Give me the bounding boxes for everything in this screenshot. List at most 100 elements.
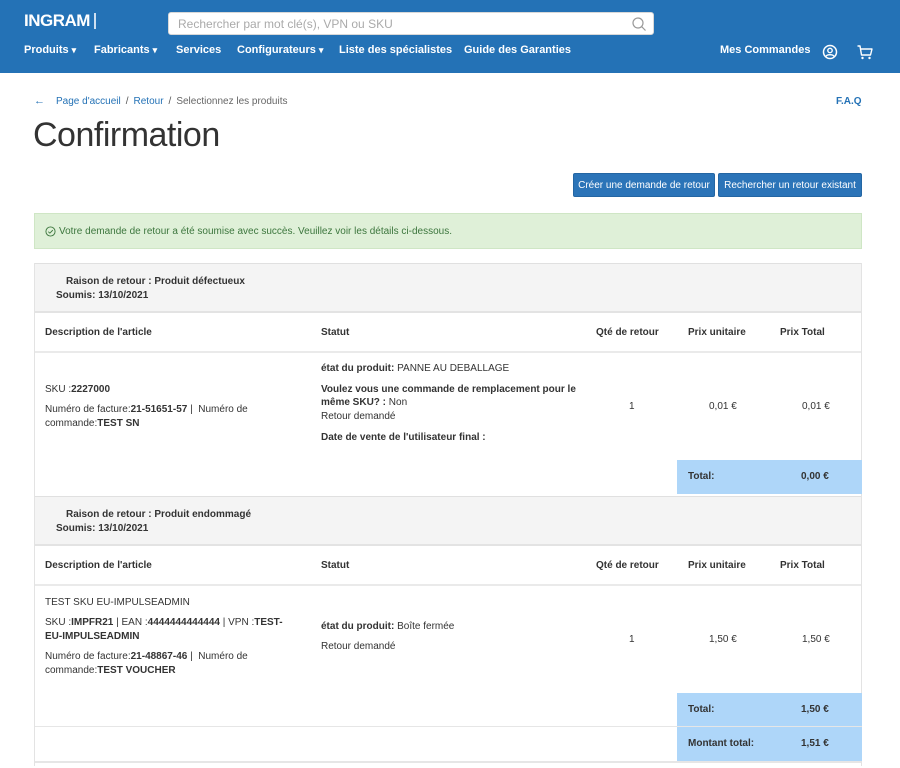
nav-label: Produits — [24, 44, 69, 56]
return-status: Retour demandé — [321, 641, 396, 652]
table-header: Description de l'article Statut Qté de r… — [35, 546, 861, 586]
main-nav: Produits ▾ Fabricants ▾ Services Configura… — [0, 44, 900, 62]
nav-label: Liste des spécialistes — [339, 44, 453, 56]
return-reason-header: Raison de retour : Produit endommagé Sou… — [35, 496, 861, 546]
order-value: TEST SN — [97, 418, 140, 429]
unit-price: 1,50 € — [709, 634, 737, 645]
chevron-down-icon: ▾ — [71, 45, 77, 55]
search-box — [168, 12, 654, 35]
nav-label: Services — [176, 44, 222, 56]
product-status: état du produit: PANNE AU DEBALLAGE — [321, 362, 509, 376]
return-status: Retour demandé — [321, 411, 396, 422]
item-sku-ean-vpn: SKU :IMPFR21 | EAN :4444444444444 | VPN … — [45, 616, 295, 644]
col-description: Description de l'article — [45, 560, 152, 571]
return-qty: 1 — [629, 401, 635, 412]
return-reason: Raison de retour : Produit défectueux — [66, 276, 245, 287]
grand-total-value: 1,51 € — [801, 738, 829, 749]
alert-message: Votre demande de retour a été soumise av… — [59, 225, 452, 237]
col-total-price: Prix Total — [780, 560, 825, 571]
status-value: Boîte fermée — [394, 621, 455, 632]
search-icon[interactable] — [631, 16, 647, 32]
sku-value: IMPFR21 — [71, 617, 114, 628]
return-reason: Raison de retour : Produit endommagé — [66, 509, 252, 520]
nav-guide-garanties[interactable]: Guide des Garanties — [464, 44, 571, 56]
nav-produits[interactable]: Produits ▾ — [24, 44, 76, 56]
end-user-sale-date: Date de vente de l'utilisateur final : — [321, 432, 486, 443]
table-header: Description de l'article Statut Qté de r… — [35, 313, 861, 353]
logo-text: INGRAM — [24, 11, 90, 30]
return-qty: 1 — [629, 634, 635, 645]
total-price: 0,01 € — [802, 401, 830, 412]
divider — [35, 761, 861, 763]
grand-total-label: Montant total: — [688, 738, 755, 749]
subtotal-value: 1,50 € — [801, 704, 829, 715]
breadcrumb-separator: / — [168, 95, 172, 107]
breadcrumb-separator: / — [125, 95, 129, 107]
subtotal-box: Total: 0,00 € — [677, 460, 862, 494]
user-circle-icon[interactable] — [821, 43, 839, 61]
col-status: Statut — [321, 560, 350, 571]
ean-value: 4444444444444 — [147, 617, 220, 628]
replacement-value: Non — [386, 397, 408, 408]
col-unit-price: Prix unitaire — [688, 327, 746, 338]
col-status: Statut — [321, 327, 350, 338]
top-navigation-bar: INGRAM Produits▾ Fabricants▾ Services Co… — [0, 0, 900, 73]
total-price: 1,50 € — [802, 634, 830, 645]
ean-label: | EAN : — [113, 617, 148, 628]
nav-liste-specialistes[interactable]: Liste des spécialistes — [339, 44, 452, 56]
replacement-question: Voulez vous une commande de remplacement… — [321, 383, 581, 409]
separator: | — [187, 404, 196, 415]
invoice-value: 21-51651-57 — [130, 404, 188, 415]
sku-label: SKU : — [45, 617, 72, 628]
table-row: SKU :2227000 Numéro de facture:21-51651-… — [35, 353, 862, 494]
breadcrumb-retour[interactable]: Retour — [134, 96, 164, 107]
nav-services[interactable]: Services — [176, 44, 221, 56]
invoice-label: Numéro de facture: — [45, 651, 131, 662]
sku-value: 2227000 — [71, 384, 111, 395]
table-row: TEST SKU EU-IMPULSEADMIN SKU :IMPFR21 | … — [35, 586, 862, 764]
return-block: Raison de retour : Produit endommagé Sou… — [34, 496, 862, 766]
create-return-button[interactable]: Créer une demande de retour — [573, 173, 715, 197]
status-label: état du produit: — [321, 621, 395, 632]
page-title: Confirmation — [33, 116, 220, 154]
sku-label: SKU : — [45, 384, 72, 395]
subtotal-label: Total: — [688, 704, 715, 715]
my-orders-link[interactable]: Mes Commandes — [720, 44, 810, 56]
nav-label: Guide des Garanties — [464, 44, 571, 56]
unit-price: 0,01 € — [709, 401, 737, 412]
col-unit-price: Prix unitaire — [688, 560, 746, 571]
invoice-value: 21-48867-46 — [130, 651, 188, 662]
subtotal-value: 0,00 € — [801, 471, 829, 482]
nav-label: Fabricants — [94, 44, 150, 56]
search-existing-return-button[interactable]: Rechercher un retour existant — [718, 173, 862, 197]
invoice-label: Numéro de facture: — [45, 404, 131, 415]
breadcrumb: ← Page d'accueil / Retour / Selectionnez… — [34, 95, 288, 107]
faq-link[interactable]: F.A.Q — [836, 96, 862, 107]
vpn-label: | VPN : — [219, 617, 255, 628]
nav-configurateurs[interactable]: Configurateurs ▾ — [237, 44, 323, 56]
col-description: Description de l'article — [45, 327, 152, 338]
item-sku: SKU :2227000 — [45, 383, 110, 397]
search-input[interactable] — [169, 13, 653, 34]
breadcrumb-home[interactable]: Page d'accueil — [56, 96, 121, 107]
status-label: état du produit: — [321, 363, 395, 374]
cart-icon[interactable] — [856, 43, 874, 61]
item-invoice-order: Numéro de facture:21-51651-57 | Numéro d… — [45, 403, 275, 431]
col-total-price: Prix Total — [780, 327, 825, 338]
back-arrow-icon[interactable]: ← — [34, 95, 45, 107]
subtotal-label: Total: — [688, 471, 715, 482]
item-invoice-order: Numéro de facture:21-48867-46 | Numéro d… — [45, 650, 275, 678]
nav-fabricants[interactable]: Fabricants ▾ — [94, 44, 157, 56]
logo-mark-icon — [93, 13, 96, 29]
item-name: TEST SKU EU-IMPULSEADMIN — [45, 597, 190, 608]
submitted-date: Soumis: 13/10/2021 — [56, 290, 149, 301]
ingram-logo[interactable]: INGRAM — [24, 10, 120, 32]
success-alert: Votre demande de retour a été soumise av… — [34, 213, 862, 249]
chevron-down-icon: ▾ — [152, 45, 158, 55]
return-reason-header: Raison de retour : Produit défectueux So… — [35, 263, 861, 313]
return-block: Raison de retour : Produit défectueux So… — [34, 263, 862, 496]
grand-total-box: Montant total: 1,51 € — [677, 727, 862, 761]
replacement-label: Voulez vous une commande de remplacement… — [321, 384, 576, 408]
order-value: TEST VOUCHER — [97, 665, 176, 676]
chevron-down-icon: ▾ — [318, 45, 324, 55]
